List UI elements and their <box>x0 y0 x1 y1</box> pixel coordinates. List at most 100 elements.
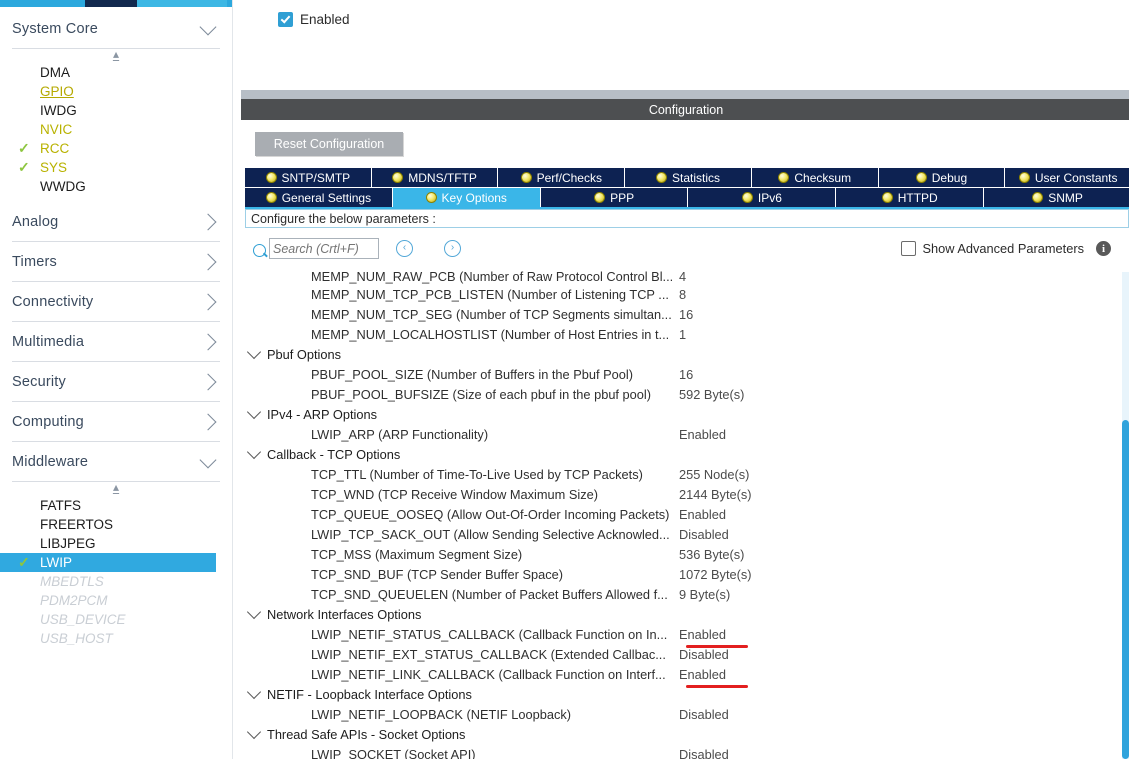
sidebar-group-middleware[interactable]: Middleware <box>12 442 220 482</box>
parameter-value[interactable]: 536 Byte(s) <box>679 547 744 562</box>
tab-checksum[interactable]: Checksum <box>751 168 879 187</box>
sidebar-scroll-handle[interactable]: ▴̲ <box>0 48 232 63</box>
parameter-group-row[interactable]: IPv4 - ARP Options <box>245 404 1125 424</box>
top-tab-strip[interactable] <box>0 0 240 7</box>
tab-key-options[interactable]: Key Options <box>392 188 541 207</box>
sidebar-item-mbedtls[interactable]: MBEDTLS <box>0 572 232 591</box>
parameter-value[interactable]: Enabled <box>679 667 726 682</box>
parameter-tree-scrollbar-thumb[interactable] <box>1122 420 1129 759</box>
sidebar-item-fatfs[interactable]: FATFS <box>0 496 232 515</box>
parameter-row[interactable]: LWIP_NETIF_STATUS_CALLBACK (Callback Fun… <box>245 624 1125 644</box>
sidebar-item-rcc[interactable]: ✓ RCC <box>0 139 232 158</box>
reset-configuration-button[interactable]: Reset Configuration <box>255 132 403 156</box>
parameter-value[interactable]: 16 <box>679 367 693 382</box>
sidebar-group-multimedia[interactable]: Multimedia <box>12 322 220 362</box>
parameter-value[interactable]: 16 <box>679 307 693 322</box>
configuration-tabs-row-2: General Settings Key Options PPP IPv6 HTTPD S… <box>245 188 1131 207</box>
tab-ppp[interactable]: PPP <box>540 188 689 207</box>
parameter-value[interactable]: 255 Node(s) <box>679 467 749 482</box>
parameter-value[interactable]: 8 <box>679 287 686 302</box>
sidebar-group-security[interactable]: Security <box>12 362 220 402</box>
parameter-row[interactable]: TCP_TTL (Number of Time-To-Live Used by … <box>245 464 1125 484</box>
show-advanced-parameters-checkbox[interactable] <box>900 241 916 256</box>
parameter-value[interactable]: Disabled <box>679 647 729 662</box>
tab-sntp-smtp[interactable]: SNTP/SMTP <box>245 168 372 187</box>
tab-general-settings[interactable]: General Settings <box>245 188 393 207</box>
sidebar-scroll-handle[interactable]: ▴̲ <box>0 481 232 496</box>
sidebar-item-usb_host[interactable]: USB_HOST <box>0 629 232 648</box>
parameter-value[interactable]: 1072 Byte(s) <box>679 567 752 582</box>
parameter-value[interactable]: Disabled <box>679 707 729 722</box>
sidebar-item-gpio[interactable]: GPIO <box>0 82 232 101</box>
parameter-row[interactable]: MEMP_NUM_LOCALHOSTLIST (Number of Host E… <box>245 324 1125 344</box>
parameter-row[interactable]: TCP_SND_BUF (TCP Sender Buffer Space) 107… <box>245 564 1125 584</box>
parameter-group-label: Pbuf Options <box>267 346 341 362</box>
top-tab-strip-active-segment[interactable] <box>85 0 137 7</box>
parameter-value[interactable]: Enabled <box>679 427 726 442</box>
sidebar-group-system-core[interactable]: System Core <box>12 9 220 49</box>
parameter-group-row[interactable]: Pbuf Options <box>245 344 1125 364</box>
sidebar-group-timers[interactable]: Timers <box>12 242 220 282</box>
parameter-row[interactable]: LWIP_TCP_SACK_OUT (Allow Sending Selecti… <box>245 524 1125 544</box>
parameter-row[interactable]: TCP_QUEUE_OOSEQ (Allow Out-Of-Order Inco… <box>245 504 1125 524</box>
sidebar-item-usb_device[interactable]: USB_DEVICE <box>0 610 232 629</box>
parameter-row[interactable]: MEMP_NUM_RAW_PCB (Number of Raw Protocol… <box>245 266 1125 284</box>
parameter-value[interactable]: 4 <box>679 269 686 284</box>
parameter-group-row[interactable]: Thread Safe APIs - Socket Options <box>245 724 1125 744</box>
top-tab-strip-segment[interactable] <box>137 0 227 7</box>
tab-mdns-tftp[interactable]: MDNS/TFTP <box>371 168 499 187</box>
parameter-value[interactable]: 592 Byte(s) <box>679 387 744 402</box>
parameter-row[interactable]: LWIP_ARP (ARP Functionality) Enabled <box>245 424 1125 444</box>
chevron-right-icon <box>199 373 217 390</box>
parameter-value[interactable]: Disabled <box>679 527 729 542</box>
sidebar-item-dma[interactable]: DMA <box>0 63 232 82</box>
search-input[interactable] <box>269 238 379 259</box>
sidebar-item-freertos[interactable]: FREERTOS <box>0 515 232 534</box>
tab-ipv6[interactable]: IPv6 <box>688 188 837 207</box>
search-next-button[interactable]: › <box>444 240 461 257</box>
tab-statistics[interactable]: Statistics <box>625 168 752 187</box>
parameter-row[interactable]: MEMP_NUM_TCP_PCB_LISTEN (Number of Liste… <box>245 284 1125 304</box>
sidebar-group-connectivity[interactable]: Connectivity <box>12 282 220 322</box>
sidebar-item-nvic[interactable]: NVIC <box>0 120 232 139</box>
sidebar-item-wwdg[interactable]: WWDG <box>0 177 232 196</box>
tab-debug[interactable]: Debug <box>878 168 1006 187</box>
parameter-value[interactable]: Enabled <box>679 627 726 642</box>
enabled-checkbox-row[interactable]: Enabled <box>278 12 350 27</box>
sidebar-group-computing[interactable]: Computing <box>12 402 220 442</box>
parameter-row[interactable]: MEMP_NUM_TCP_SEG (Number of TCP Segments… <box>245 304 1125 324</box>
parameter-value[interactable]: 9 Byte(s) <box>679 587 730 602</box>
parameter-row[interactable]: LWIP_NETIF_LOOPBACK (NETIF Loopback) Disa… <box>245 704 1125 724</box>
show-advanced-parameters-row[interactable]: Show Advanced Parameters i <box>900 241 1111 256</box>
parameter-row[interactable]: LWIP_NETIF_EXT_STATUS_CALLBACK (Extended… <box>245 644 1125 664</box>
sidebar-item-libjpeg[interactable]: LIBJPEG <box>0 534 232 553</box>
parameter-row[interactable]: LWIP_NETIF_LINK_CALLBACK (Callback Funct… <box>245 664 1125 684</box>
sidebar-group-analog[interactable]: Analog <box>12 202 220 242</box>
parameter-group-row[interactable]: Network Interfaces Options <box>245 604 1125 624</box>
enabled-checkbox[interactable] <box>278 12 293 27</box>
tab-user-constants[interactable]: User Constants <box>1005 168 1131 187</box>
parameter-value[interactable]: 2144 Byte(s) <box>679 487 752 502</box>
parameter-row[interactable]: TCP_WND (TCP Receive Window Maximum Size… <box>245 484 1125 504</box>
sidebar-item-label: DMA <box>40 65 70 80</box>
sidebar-item-pdm2pcm[interactable]: PDM2PCM <box>0 591 232 610</box>
tab-httpd[interactable]: HTTPD <box>836 188 985 207</box>
sidebar-item-lwip[interactable]: ✓ LWIP <box>0 553 216 572</box>
tab-snmp[interactable]: SNMP <box>984 188 1131 207</box>
parameter-row[interactable]: LWIP_SOCKET (Socket API) Disabled <box>245 744 1125 759</box>
status-dot-icon <box>425 192 437 203</box>
sidebar-item-sys[interactable]: ✓ SYS <box>0 158 232 177</box>
parameter-row[interactable]: PBUF_POOL_BUFSIZE (Size of each pbuf in … <box>245 384 1125 404</box>
info-icon[interactable]: i <box>1096 241 1111 256</box>
parameter-row[interactable]: TCP_SND_QUEUELEN (Number of Packet Buffe… <box>245 584 1125 604</box>
parameter-value[interactable]: Enabled <box>679 507 726 522</box>
parameter-value[interactable]: Disabled <box>679 747 729 759</box>
sidebar-item-iwdg[interactable]: IWDG <box>0 101 232 120</box>
parameter-row[interactable]: TCP_MSS (Maximum Segment Size) 536 Byte(s… <box>245 544 1125 564</box>
tab-perf-checks[interactable]: Perf/Checks <box>498 168 626 187</box>
parameter-value[interactable]: 1 <box>679 327 686 342</box>
search-prev-button[interactable]: ‹ <box>396 240 413 257</box>
parameter-row[interactable]: PBUF_POOL_SIZE (Number of Buffers in the… <box>245 364 1125 384</box>
parameter-group-row[interactable]: NETIF - Loopback Interface Options <box>245 684 1125 704</box>
parameter-group-row[interactable]: Callback - TCP Options <box>245 444 1125 464</box>
